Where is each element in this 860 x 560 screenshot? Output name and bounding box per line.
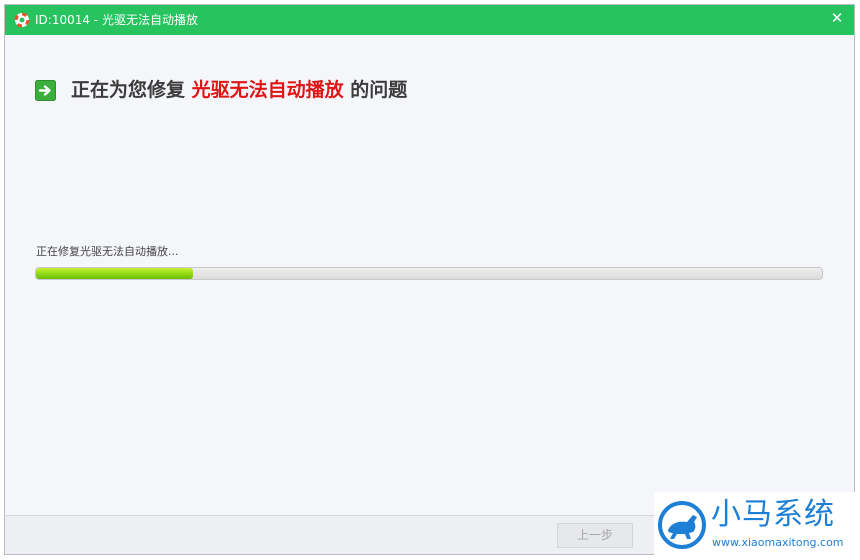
horse-logo-icon [656,500,708,550]
heading-highlight: 光驱无法自动播放 [191,79,344,101]
close-icon: ✕ [830,9,844,27]
previous-step-button[interactable]: 上一步 [557,523,633,548]
watermark: 小马系统 www.xiaomaxitong.com [654,492,860,560]
heading-prefix: 正在为您修复 [71,79,192,101]
progress-bar [35,267,823,280]
title-bar[interactable]: ID:10014 - 光驱无法自动播放 ✕ [5,5,854,35]
window-title: ID:10014 - 光驱无法自动播放 [35,13,198,27]
progress-fill [36,268,194,279]
watermark-url: www.xiaomaxitong.com [712,536,844,549]
lifebuoy-icon [14,12,30,28]
arrow-right-icon [35,80,56,101]
heading-text: 正在为您修复 光驱无法自动播放 的问题 [71,77,407,103]
heading-suffix: 的问题 [343,79,408,101]
watermark-name: 小马系统 [711,497,835,532]
close-button[interactable]: ✕ [829,10,845,26]
repair-window: ID:10014 - 光驱无法自动播放 ✕ 正在为您修复 光驱无法自动播放 的问… [4,4,855,555]
progress-status-text: 正在修复光驱无法自动播放... [36,245,179,258]
